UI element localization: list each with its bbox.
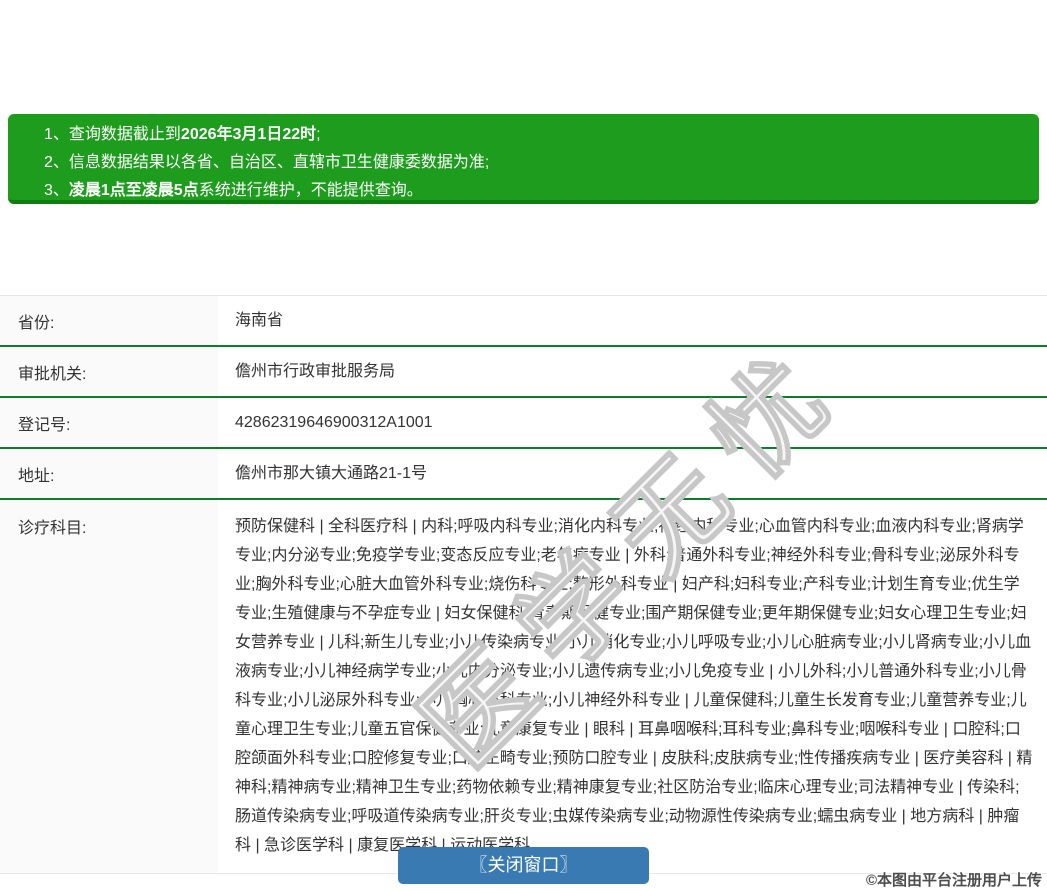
hospital-info-table: 省份: 海南省 审批机关: 儋州市行政审批服务局 登记号: 4286231964…: [0, 295, 1047, 874]
row-label-address: 地址:: [0, 449, 218, 498]
notice-1-text: 查询数据截止到: [68, 126, 181, 143]
notice-line-2: 2、信息数据结果以各省、自治区、直辖市卫生健康委数据为准;: [44, 149, 1019, 177]
row-value-approval-authority: 儋州市行政审批服务局: [218, 347, 1047, 396]
notice-banner: 1、查询数据截止到2026年3月1日22时; 2、信息数据结果以各省、自治区、直…: [8, 114, 1039, 204]
row-label-approval-authority: 审批机关:: [0, 347, 218, 396]
table-row-departments: 诊疗科目: 预防保健科 | 全科医疗科 | 内科;呼吸内科专业;消化内科专业;神…: [0, 500, 1047, 874]
notice-3-suffix: 系统进行维护，不能提供查询。: [198, 182, 423, 199]
notice-1-bold: 2026年3月1日22时: [180, 126, 317, 143]
table-row-province: 省份: 海南省: [0, 296, 1047, 347]
notice-1-suffix: ;: [316, 126, 321, 143]
row-label-departments: 诊疗科目:: [0, 500, 218, 873]
row-label-registration-number: 登记号:: [0, 398, 218, 447]
notice-3-bold: 凌晨1点至凌晨5点: [68, 182, 199, 199]
row-value-departments: 预防保健科 | 全科医疗科 | 内科;呼吸内科专业;消化内科专业;神经内科专业;…: [218, 500, 1047, 873]
notice-1-num: 1、: [44, 126, 69, 143]
notice-2-text: 信息数据结果以各省、自治区、直辖市卫生健康委数据为准;: [68, 154, 490, 171]
table-row-registration-number: 登记号: 42862319646900312A1001: [0, 398, 1047, 449]
row-label-province: 省份:: [0, 296, 218, 345]
row-value-province: 海南省: [218, 296, 1047, 345]
notice-line-1: 1、查询数据截止到2026年3月1日22时;: [44, 121, 1019, 149]
table-row-address: 地址: 儋州市那大镇大通路21-1号: [0, 449, 1047, 500]
notice-2-num: 2、: [44, 154, 69, 171]
table-row-approval-authority: 审批机关: 儋州市行政审批服务局: [0, 347, 1047, 398]
close-window-button[interactable]: 〖关闭窗口〗: [398, 847, 649, 884]
row-value-address: 儋州市那大镇大通路21-1号: [218, 449, 1047, 498]
row-value-registration-number: 42862319646900312A1001: [218, 398, 1047, 447]
uploader-watermark: ©本图由平台注册用户上传: [865, 872, 1042, 889]
notice-line-3: 3、凌晨1点至凌晨5点系统进行维护，不能提供查询。: [44, 177, 1019, 205]
notice-3-num: 3、: [44, 182, 69, 199]
